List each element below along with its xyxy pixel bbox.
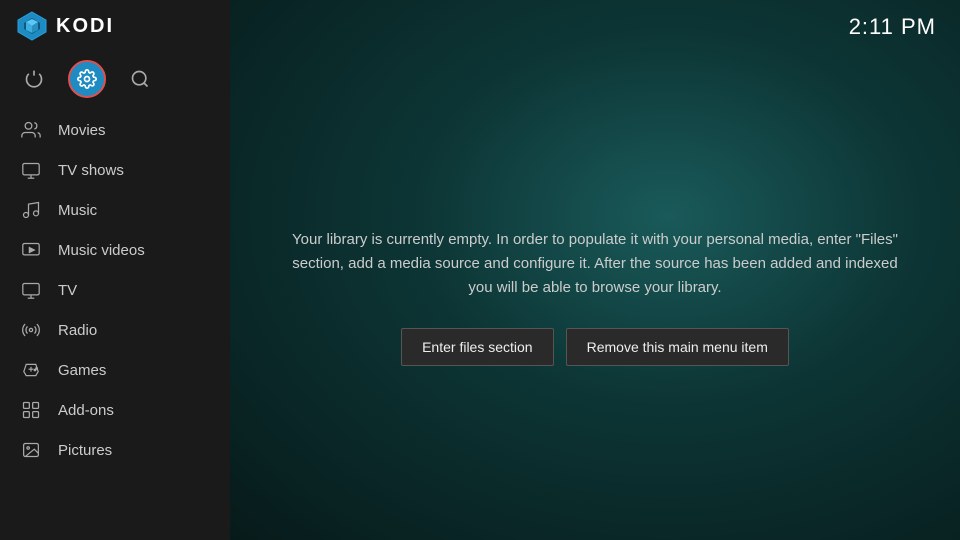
radio-label: Radio xyxy=(58,322,97,339)
addons-label: Add-ons xyxy=(58,402,114,419)
search-button[interactable] xyxy=(122,61,158,97)
tv-label: TV xyxy=(58,282,77,299)
radio-icon xyxy=(20,319,42,341)
games-label: Games xyxy=(58,362,106,379)
settings-button[interactable] xyxy=(68,60,106,98)
movies-icon xyxy=(20,119,42,141)
topbar: 2:11 PM xyxy=(230,0,960,54)
power-button[interactable] xyxy=(16,61,52,97)
app-title: KODI xyxy=(56,15,114,38)
music-label: Music xyxy=(58,202,97,219)
games-icon xyxy=(20,359,42,381)
sidebar-item-music[interactable]: Music xyxy=(0,190,230,230)
sidebar-item-musicvideos[interactable]: Music videos xyxy=(0,230,230,270)
sidebar-header: KODI xyxy=(0,0,230,52)
tvshows-label: TV shows xyxy=(58,162,124,179)
sidebar-item-addons[interactable]: Add-ons xyxy=(0,390,230,430)
kodi-icon xyxy=(16,10,48,42)
kodi-logo: KODI xyxy=(16,10,114,42)
movies-label: Movies xyxy=(58,122,106,139)
pictures-label: Pictures xyxy=(58,442,112,459)
musicvideos-label: Music videos xyxy=(58,242,145,259)
sidebar: KODI xyxy=(0,0,230,540)
content-area: Your library is currently empty. In orde… xyxy=(230,54,960,540)
sidebar-item-pictures[interactable]: Pictures xyxy=(0,430,230,470)
action-buttons: Enter files section Remove this main men… xyxy=(401,328,789,366)
tvshows-icon xyxy=(20,159,42,181)
sidebar-controls xyxy=(0,52,230,110)
addons-icon xyxy=(20,399,42,421)
sidebar-item-games[interactable]: Games xyxy=(0,350,230,390)
music-icon xyxy=(20,199,42,221)
enter-files-button[interactable]: Enter files section xyxy=(401,328,554,366)
sidebar-item-radio[interactable]: Radio xyxy=(0,310,230,350)
nav-items: Movies TV shows Music xyxy=(0,110,230,540)
library-message: Your library is currently empty. In orde… xyxy=(290,228,900,300)
sidebar-item-tv[interactable]: TV xyxy=(0,270,230,310)
pictures-icon xyxy=(20,439,42,461)
tv-icon xyxy=(20,279,42,301)
sidebar-item-tvshows[interactable]: TV shows xyxy=(0,150,230,190)
main-content: 2:11 PM Your library is currently empty.… xyxy=(230,0,960,540)
time-display: 2:11 PM xyxy=(849,14,936,40)
musicvideos-icon xyxy=(20,239,42,261)
remove-menu-item-button[interactable]: Remove this main menu item xyxy=(566,328,789,366)
sidebar-item-movies[interactable]: Movies xyxy=(0,110,230,150)
